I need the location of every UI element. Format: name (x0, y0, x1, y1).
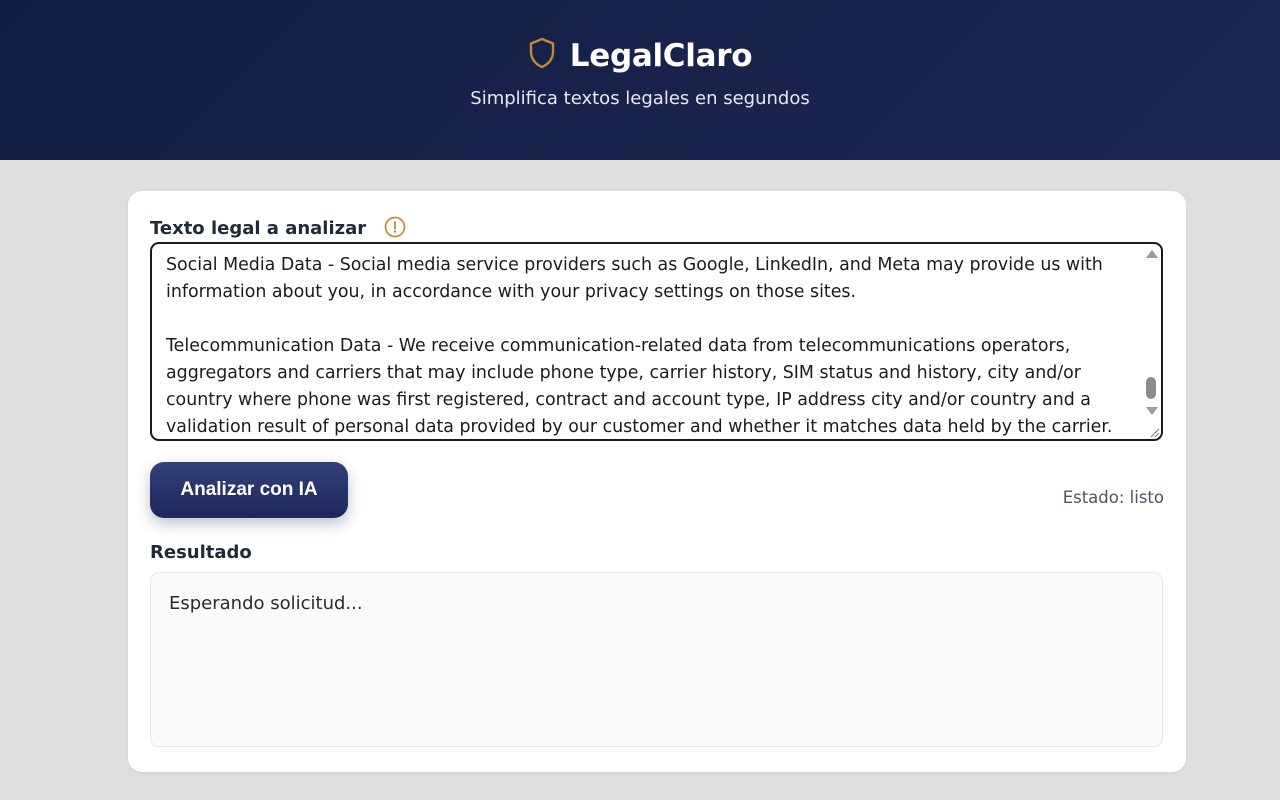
textarea-scrollbar[interactable] (1142, 244, 1161, 439)
analyze-button[interactable]: Analizar con IA (150, 462, 348, 518)
shield-icon (529, 37, 554, 69)
resize-grip-icon[interactable] (1148, 426, 1160, 438)
scroll-up-arrow-icon[interactable] (1146, 250, 1158, 258)
result-text: Esperando solicitud... (169, 593, 363, 614)
action-row: Analizar con IA Estado: listo (150, 461, 1164, 519)
result-label: Resultado (150, 542, 252, 563)
tagline: Simplifica textos legales en segundos (470, 88, 810, 109)
legal-text-value[interactable]: Social Media Data - Social media service… (152, 244, 1161, 439)
scroll-down-arrow-icon[interactable] (1146, 407, 1158, 415)
legal-text-label: Texto legal a analizar (150, 217, 367, 239)
brand: LegalClaro (528, 37, 753, 74)
main-card: Texto legal a analizar Social Media Data… (128, 191, 1186, 772)
legal-text-input[interactable]: Social Media Data - Social media service… (150, 242, 1163, 441)
scrollbar-thumb[interactable] (1146, 377, 1156, 399)
status-text: Estado: listo (1062, 487, 1164, 507)
app-header: LegalClaro Simplifica textos legales en … (0, 0, 1280, 160)
brand-name: LegalClaro (569, 38, 753, 74)
result-box: Esperando solicitud... (150, 572, 1163, 747)
input-label-row: Texto legal a analizar (150, 216, 1164, 240)
info-icon[interactable] (384, 216, 406, 238)
